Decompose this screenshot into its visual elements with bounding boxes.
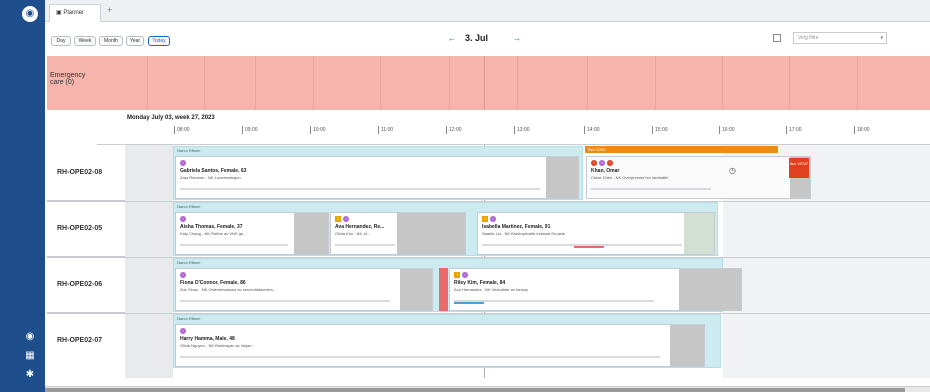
view-year-button[interactable]: Year [126, 36, 144, 46]
appointment-card[interactable]: ◌ Gabriela Santos, Female, 63 Zara Rahma… [175, 156, 579, 199]
patient-name: Aisha Thomas, Female, 37 [180, 224, 243, 230]
room-label: RH-OPE02-08 [47, 145, 125, 201]
time-tick: 10:00 [310, 126, 326, 134]
timeline-header: Monday July 03, week 27, 2023 08:00 09:0… [97, 111, 930, 145]
view-day-button[interactable]: Day [51, 36, 71, 46]
time-tick: 09:00 [242, 126, 258, 134]
procedure-subtitle: Chloe Chen - NK Overpremiert ex lambaffe… [591, 175, 669, 180]
grid-icon[interactable]: ▦ [24, 350, 36, 362]
app-logo-icon[interactable]: ◉ [22, 6, 38, 22]
view-week-button[interactable]: Week [74, 36, 96, 46]
room-label: RH-OPE02-07 [57, 337, 103, 344]
tab-planner[interactable]: ▣ Planner [49, 4, 101, 22]
procedure-subtitle: Zara Rahman - NK Lunereseksjon [180, 175, 241, 180]
progress-bar [454, 302, 484, 304]
time-tick: 16:00 [719, 126, 735, 134]
view-month-button[interactable]: Month [99, 36, 123, 46]
appointment-card[interactable]: ◌ Fiona O'Connor, Female, 86 Zoe Sloun -… [175, 268, 433, 311]
patient-name: Khan, Omar [591, 168, 620, 174]
band-label: Narco Råsen [177, 148, 201, 153]
patient-name: Ava Hernandez, Re... [335, 224, 385, 230]
procedure-subtitle: Saadia Liu - NK Bravtuphostik intrinsal … [482, 231, 565, 236]
patient-name: Gabriela Santos, Female, 63 [180, 168, 247, 174]
purple-badge-icon: ◌ [599, 160, 605, 166]
procedure-subtitle: Zoe Sloun - NK Ostentetomizes av cervind… [180, 287, 277, 292]
warning-icon: ! [454, 272, 460, 278]
timeline-date-header: Monday July 03, week 27, 2023 [127, 115, 215, 121]
time-tick: 11:00 [377, 126, 394, 134]
time-tick: 18:00 [854, 126, 870, 134]
expand-icon[interactable] [773, 34, 781, 42]
patient-name: Harry Hamma, Male, 48 [180, 336, 235, 342]
purple-badge-icon: ◌ [180, 328, 186, 334]
purple-badge-icon: ◌ [343, 216, 349, 222]
alert-badge-icon: ! [591, 160, 597, 166]
time-tick: 08:00 [174, 126, 190, 134]
filter-select-placeholder: Velg filtre [798, 35, 819, 41]
warning-icon: ! [482, 216, 488, 222]
horizontal-scrollbar[interactable] [45, 386, 930, 392]
procedure-subtitle: Olivia Nguyen - NK Brektrayan av Inkjan [180, 343, 252, 348]
add-tab-button[interactable]: + [107, 5, 112, 15]
appointment-card[interactable]: ◌ Harry Hamma, Male, 48 Olivia Nguyen - … [175, 324, 705, 367]
tab-bar: ▣ Planner + [45, 0, 930, 22]
purple-badge-icon: ◌ [180, 160, 186, 166]
warning-icon: ! [335, 216, 341, 222]
procedure-subtitle: Olivia Kim - NK Je... [335, 231, 371, 236]
patient-name: Isabella Martinez, Female, 91 [482, 224, 551, 230]
appointment-card[interactable]: ! ◌ Riley Kim, Female, 84 Ava Hernandez … [449, 268, 742, 311]
calendar-icon: ▣ [56, 10, 62, 16]
room-label: RH-OPE02-05 [47, 201, 125, 257]
appointment-card[interactable]: ! ◌ Isabella Martinez, Female, 91 Saadia… [477, 212, 715, 255]
settings-icon[interactable]: ✱ [24, 369, 36, 381]
procedure-subtitle: Katy Chang - NK Rubbe av VNS ge... [180, 231, 247, 236]
time-tick: 12:00 [446, 126, 462, 134]
today-button[interactable]: Today [148, 36, 170, 46]
time-tick: 15:00 [652, 126, 668, 134]
time-tick: 13:00 [514, 126, 530, 134]
chevron-down-icon: ▾ [880, 35, 883, 41]
purple-badge-icon: ◌ [490, 216, 496, 222]
appointment-card[interactable]: ! ◌ ! Khan, Omar Chloe Chen - NK Overpre… [586, 156, 811, 199]
band-label: Narco Råsen [177, 260, 201, 265]
orange-status-bar: Rev 2023 [585, 146, 778, 153]
clock-icon: ◷ [729, 166, 736, 175]
appointment-card[interactable]: ! ◌ Ava Hernandez, Re... Olivia Kim - NK… [330, 212, 466, 255]
time-tick: 17:00 [786, 126, 802, 134]
time-tick: 14:00 [584, 126, 600, 134]
procedure-subtitle: Ava Hernandez - NK Vevbahtet av forlaoy [454, 287, 528, 292]
band-label: Narco Råsen [177, 204, 201, 209]
app-sidebar: ◉ ◉ ▦ ✱ [0, 0, 45, 392]
alert-badge-icon: ! [607, 160, 613, 166]
orange-bar-label: Rev 2023 [588, 147, 606, 152]
red-status-tag[interactable]: Avc VENT [789, 158, 809, 178]
patient-name: Riley Kim, Female, 84 [454, 280, 506, 286]
progress-bar [574, 246, 604, 248]
scrollbar-thumb[interactable] [45, 388, 905, 392]
prev-date-arrow[interactable]: ← [448, 34, 456, 43]
band-label: Narco Råsen [177, 316, 201, 321]
patient-name: Fiona O'Connor, Female, 86 [180, 280, 246, 286]
next-date-arrow[interactable]: → [513, 34, 521, 43]
eye-icon[interactable]: ◉ [24, 331, 36, 343]
emergency-care-label: Emergency care (0) [47, 56, 97, 110]
room-label: RH-OPE02-06 [47, 257, 125, 313]
red-marker [439, 268, 448, 311]
tab-planner-label: Planner [63, 10, 85, 16]
emergency-care-band[interactable] [97, 56, 930, 110]
filter-select[interactable]: Velg filtre ▾ [793, 32, 887, 44]
toolbar: Day Week Month Year Today ← 3. Jul → Vel… [45, 22, 930, 56]
purple-badge-icon: ◌ [180, 216, 186, 222]
appointment-card[interactable]: ◌ Aisha Thomas, Female, 37 Katy Chang - … [175, 212, 329, 255]
purple-badge-icon: ◌ [180, 272, 186, 278]
current-date: 3. Jul [465, 33, 489, 43]
purple-badge-icon: ◌ [462, 272, 468, 278]
